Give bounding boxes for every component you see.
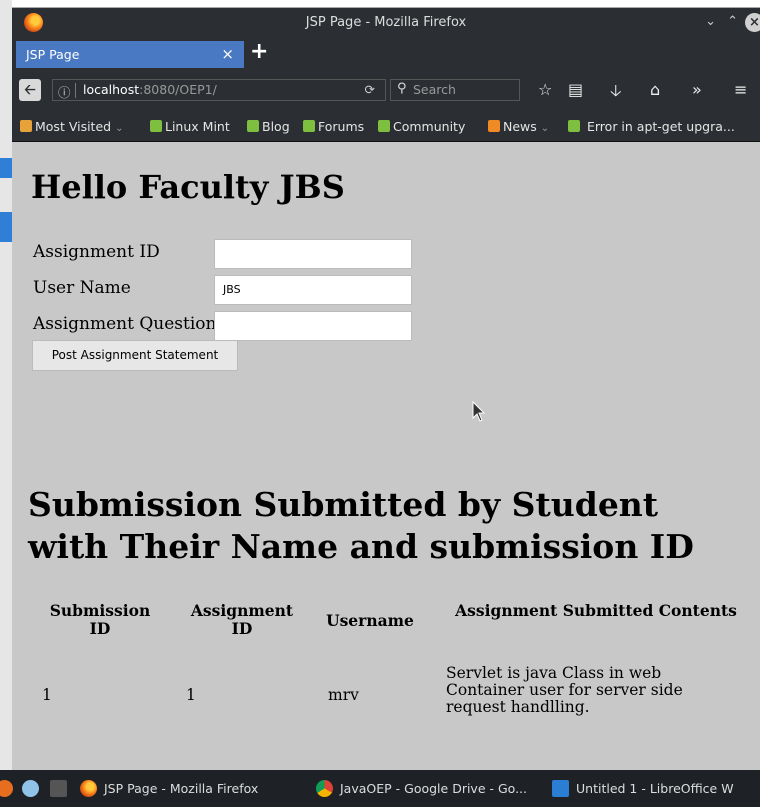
search-input[interactable]: ⚲ Search (390, 79, 520, 101)
window-title: JSP Page - Mozilla Firefox (305, 15, 467, 30)
cell-username: mrv (328, 686, 359, 704)
back-arrow-icon[interactable]: 🡠 (19, 79, 41, 101)
chevron-down-icon: ⌄ (115, 123, 124, 134)
cell-submission-id: 1 (42, 686, 52, 704)
tab-label: JSP Page (26, 47, 80, 62)
browser-window: JSP Page - Mozilla Firefox ⌄ ⌃ × JSP Pag… (12, 8, 760, 770)
url-bar[interactable]: ⓘ localhost:8080/OEP1/ ⟳ (52, 79, 386, 101)
assignment-id-input[interactable] (214, 239, 412, 269)
taskbar-item-label: Untitled 1 - LibreOffice W (576, 781, 734, 796)
bookmark-label: Community (393, 119, 466, 134)
downloads-icon[interactable]: 🡣 (610, 80, 622, 107)
page-title: Hello Faculty JBS (31, 168, 345, 206)
url-host: localhost (83, 82, 140, 97)
chevron-down-icon: ⌄ (540, 123, 550, 134)
title-bar: JSP Page - Mozilla Firefox ⌄ ⌃ × (12, 8, 760, 38)
terminal-icon[interactable] (50, 780, 67, 797)
search-icon: ⚲ (397, 81, 407, 96)
rss-icon (488, 120, 500, 132)
desktop-top-edge (0, 0, 760, 8)
bookmarks-toolbar: Most Visited ⌄ Linux Mint Blog Forums Co… (12, 112, 760, 142)
mouse-pointer-icon (472, 401, 486, 422)
mint-icon (247, 120, 259, 132)
taskbar-item-label: JSP Page - Mozilla Firefox (104, 781, 259, 796)
mint-icon (568, 120, 580, 132)
assignment-question-input[interactable] (214, 311, 412, 341)
taskbar-item-libreoffice[interactable]: Untitled 1 - LibreOffice W (552, 780, 734, 797)
overflow-chevron-icon[interactable]: » (692, 80, 702, 99)
maximize-icon[interactable]: ⌃ (727, 14, 738, 29)
bookmark-news[interactable]: News ⌄ (488, 119, 549, 134)
assignment-id-label: Assignment ID (33, 242, 160, 262)
cell-contents: Servlet is java Class in web Container u… (446, 664, 683, 716)
menu-hamburger-icon[interactable]: ≡ (734, 80, 747, 99)
folder-icon (20, 120, 32, 132)
mint-icon (150, 120, 162, 132)
cell-assignment-id: 1 (186, 686, 196, 704)
bookmark-label: Error in apt-get upgra... (586, 119, 735, 134)
browser-launcher-icon[interactable] (0, 780, 13, 797)
tab-strip: JSP Page × + (12, 38, 760, 68)
column-header-username: Username (326, 611, 414, 630)
app-launcher-icon[interactable] (22, 780, 39, 797)
navigation-toolbar: 🡠 ⓘ localhost:8080/OEP1/ ⟳ ⚲ Search ☆ ▤ … (12, 68, 760, 112)
taskbar: JSP Page - Mozilla Firefox JavaOEP - Goo… (0, 770, 760, 807)
taskbar-item-firefox[interactable]: JSP Page - Mozilla Firefox (80, 780, 258, 797)
url-path: :8080/OEP1/ (139, 82, 217, 97)
bookmark-linux-mint[interactable]: Linux Mint (150, 119, 230, 134)
bookmark-label: Linux Mint (165, 119, 230, 134)
firefox-icon (80, 780, 97, 797)
search-placeholder: Search (413, 82, 456, 97)
url-separator (75, 83, 76, 98)
writer-document-icon (552, 780, 569, 797)
bookmark-label: Blog (262, 119, 290, 134)
bookmark-label: News (503, 119, 537, 134)
url-text[interactable]: localhost:8080/OEP1/ (83, 82, 217, 97)
bookmark-error-apt-get[interactable]: Error in apt-get upgra... (568, 119, 735, 134)
chrome-icon (316, 780, 333, 797)
mint-icon (303, 120, 315, 132)
bookmark-forums[interactable]: Forums (303, 119, 364, 134)
column-header-contents: Assignment Submitted Contents (455, 601, 737, 620)
site-info-icon[interactable]: ⓘ (58, 82, 71, 101)
tab-jsp-page[interactable]: JSP Page × (16, 41, 244, 68)
bookmark-most-visited[interactable]: Most Visited ⌄ (20, 119, 123, 134)
bookmark-label: Most Visited (35, 119, 112, 134)
user-name-label: User Name (33, 278, 131, 298)
new-tab-icon[interactable]: + (250, 39, 268, 64)
home-icon[interactable]: ⌂ (650, 80, 660, 99)
user-name-input[interactable]: JBS (214, 275, 412, 305)
column-header-submission-id: Submission ID (49, 601, 151, 638)
minimize-icon[interactable]: ⌄ (705, 14, 716, 29)
column-header-assignment-id: Assignment ID (190, 601, 294, 638)
post-assignment-button[interactable]: Post Assignment Statement (32, 340, 238, 371)
taskbar-item-chrome[interactable]: JavaOEP - Google Drive - Go... (316, 780, 527, 797)
bookmark-blog[interactable]: Blog (247, 119, 290, 134)
submissions-heading: Submission Submitted by Student with The… (28, 485, 694, 566)
reading-list-icon[interactable]: ▤ (568, 80, 583, 99)
assignment-question-label: Assignment Question (33, 314, 217, 334)
reload-icon[interactable]: ⟳ (365, 82, 375, 97)
bookmark-label: Forums (318, 119, 365, 134)
close-window-icon[interactable]: × (745, 13, 760, 32)
bookmark-community[interactable]: Community (378, 119, 465, 134)
bookmark-star-icon[interactable]: ☆ (538, 80, 552, 99)
page-content: Hello Faculty JBS Assignment ID User Nam… (12, 142, 760, 770)
background-window-edge (0, 0, 12, 770)
background-window-accent (0, 212, 12, 242)
close-tab-icon[interactable]: × (221, 45, 234, 63)
mint-icon (378, 120, 390, 132)
taskbar-item-label: JavaOEP - Google Drive - Go... (340, 781, 528, 796)
background-window-accent (0, 158, 12, 178)
